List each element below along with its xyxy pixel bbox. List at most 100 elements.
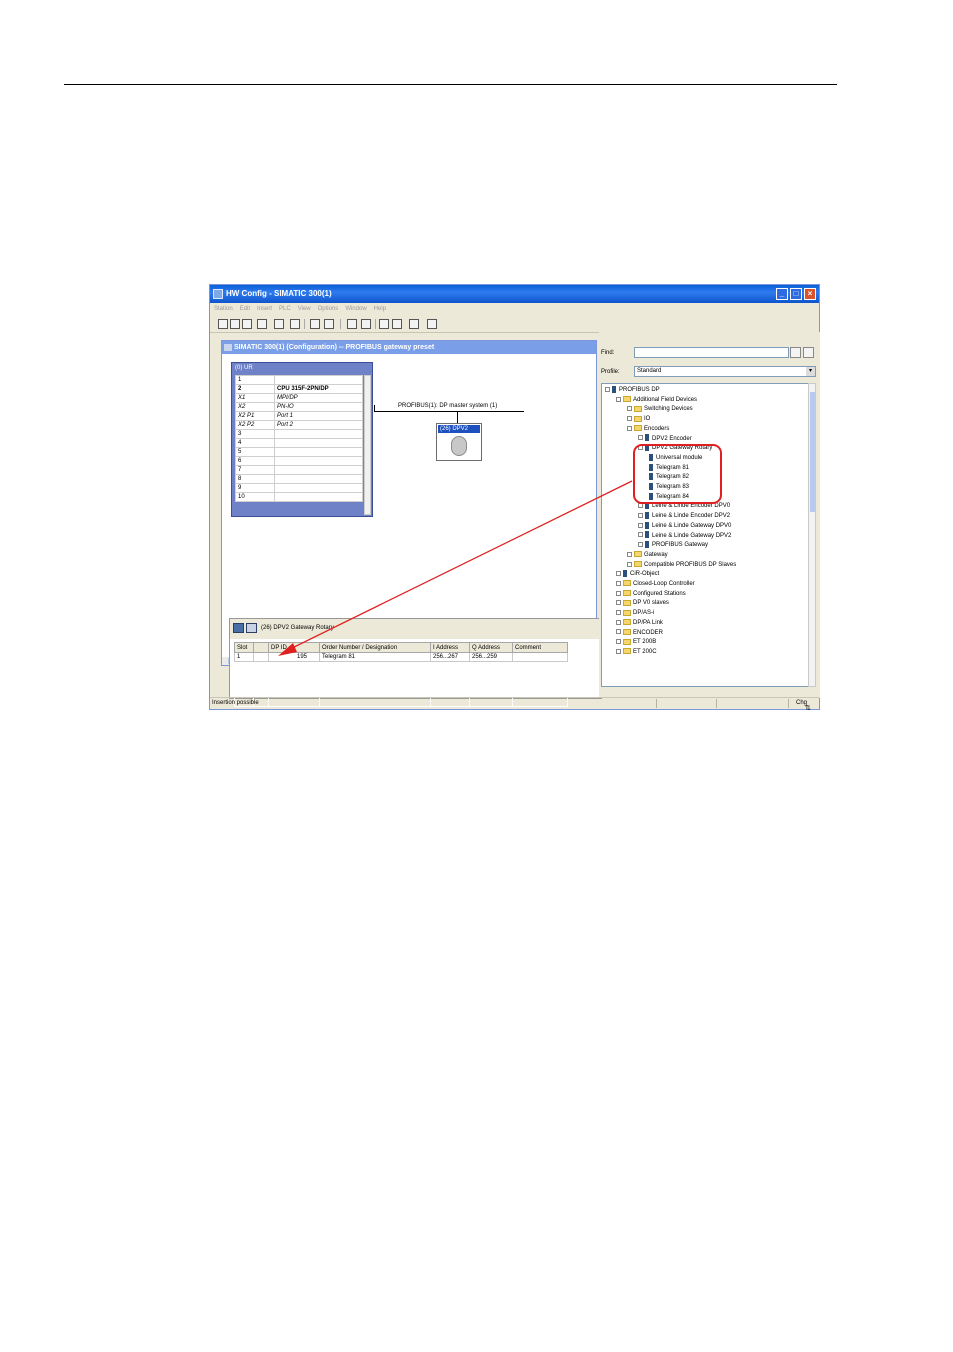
print-icon[interactable] — [290, 319, 300, 329]
catalog-icon[interactable] — [392, 319, 402, 329]
expand-toggle-icon[interactable] — [638, 435, 643, 441]
tree-item[interactable]: Leine & Linde Gateway DPV0 — [638, 521, 731, 531]
copy-icon[interactable] — [310, 319, 320, 329]
expand-toggle-icon[interactable] — [638, 532, 643, 538]
rack-slot-row[interactable]: 5 — [235, 447, 363, 457]
paste-icon[interactable] — [324, 319, 334, 329]
tree-item[interactable]: Leine & Linde Encoder DPV2 — [638, 511, 730, 521]
tree-item[interactable]: Gateway — [627, 550, 668, 560]
expand-toggle-icon[interactable] — [616, 600, 621, 606]
tree-item[interactable]: DP/AS-i — [616, 608, 654, 618]
expand-toggle-icon[interactable] — [627, 551, 632, 557]
tree-item[interactable]: Leine & Linde Gateway DPV2 — [638, 531, 731, 541]
expand-toggle-icon[interactable] — [616, 619, 621, 625]
rack-slot-row[interactable]: 1 — [235, 375, 363, 385]
profile-select[interactable]: Standard ▾ — [634, 366, 816, 377]
rack-slot-row[interactable]: 6 — [235, 456, 363, 466]
expand-toggle-icon[interactable] — [605, 386, 610, 392]
menu-item[interactable]: Station — [214, 303, 233, 316]
expand-toggle-icon[interactable] — [638, 513, 643, 519]
find-up-icon[interactable] — [803, 347, 814, 358]
tree-item[interactable]: CiR-Object — [616, 569, 659, 579]
profibus-line[interactable] — [374, 411, 524, 412]
tree-item[interactable]: Additional Field Devices — [616, 395, 697, 405]
column-header[interactable]: I Address — [430, 642, 470, 653]
rack-slot-row[interactable]: X2 P2 Port 2 — [235, 420, 363, 430]
help-icon[interactable] — [427, 319, 437, 329]
chevron-down-icon[interactable]: ▾ — [806, 367, 815, 376]
tree-item[interactable]: DPV2 Encoder — [638, 434, 692, 444]
expand-toggle-icon[interactable] — [616, 610, 621, 616]
open-icon[interactable] — [230, 319, 240, 329]
station-open-icon[interactable] — [242, 319, 252, 329]
expand-toggle-icon[interactable] — [627, 561, 632, 567]
expand-toggle-icon[interactable] — [616, 629, 621, 635]
column-header[interactable]: Order Number / Designation — [319, 642, 431, 653]
rack-slot-row[interactable]: X2 P1 Port 1 — [235, 411, 363, 421]
tree-item[interactable]: Configured Stations — [616, 589, 686, 599]
tree-item[interactable]: ET 200C — [616, 647, 657, 657]
back-arrow-icon[interactable] — [233, 623, 244, 633]
tree-item[interactable]: ENCODER — [616, 628, 663, 638]
save-compile-icon[interactable] — [274, 319, 284, 329]
minimize-button[interactable]: _ — [776, 288, 788, 300]
expand-toggle-icon[interactable] — [616, 639, 621, 645]
rack-slot-row[interactable]: 10 — [235, 492, 363, 502]
close-button[interactable]: × — [804, 288, 816, 300]
dp-slave-node[interactable]: (26) DPV2 — [436, 423, 482, 461]
window-title-bar[interactable]: HW Config - SIMATIC 300(1) _ □ × — [210, 285, 819, 303]
tree-item[interactable]: IO — [627, 414, 650, 424]
expand-toggle-icon[interactable] — [616, 590, 621, 596]
save-icon[interactable] — [257, 319, 267, 329]
tree-item[interactable]: Compatible PROFIBUS DP Slaves — [627, 560, 736, 570]
menu-item[interactable]: Options — [318, 303, 339, 316]
find-down-icon[interactable] — [790, 347, 801, 358]
table-row[interactable]: 1 195 Telegram 81 256...267 256...259 — [234, 652, 568, 662]
find-input[interactable] — [634, 347, 789, 358]
expand-toggle-icon[interactable] — [616, 571, 621, 577]
download-icon[interactable] — [347, 319, 357, 329]
tree-item[interactable]: Encoders — [627, 424, 669, 434]
tree-item[interactable]: Closed-Loop Controller — [616, 579, 695, 589]
tree-item[interactable]: PROFIBUS DP — [605, 385, 660, 395]
column-header[interactable]: Q Address — [469, 642, 513, 653]
tree-item[interactable]: PROFIBUS Gateway — [638, 540, 708, 550]
rack-slot-row[interactable]: X2 PN-IO — [235, 402, 363, 412]
upload-icon[interactable] — [361, 319, 371, 329]
expand-toggle-icon[interactable] — [627, 416, 632, 422]
menu-item[interactable]: PLC — [279, 303, 291, 316]
forward-arrow-icon[interactable] — [246, 623, 257, 633]
expand-toggle-icon[interactable] — [638, 542, 643, 548]
column-header[interactable] — [253, 642, 269, 653]
expand-toggle-icon[interactable] — [638, 522, 643, 528]
expand-toggle-icon[interactable] — [616, 396, 621, 402]
menu-item[interactable]: Edit — [240, 303, 250, 316]
network-view-icon[interactable] — [409, 319, 419, 329]
rack-view-icon[interactable] — [379, 319, 389, 329]
catalog-tree[interactable]: PROFIBUS DP Additional Field Devices Switc… — [601, 383, 809, 687]
column-header[interactable]: Slot — [234, 642, 254, 653]
tree-item[interactable]: DP/PA Link — [616, 618, 663, 628]
catalog-scrollbar[interactable] — [808, 383, 816, 687]
rack-slot-row[interactable]: 2 CPU 315F-2PN/DP — [235, 384, 363, 394]
expand-toggle-icon[interactable] — [616, 580, 621, 586]
column-header[interactable]: Comment — [512, 642, 568, 653]
menu-item[interactable]: Help — [374, 303, 386, 316]
expand-toggle-icon[interactable] — [638, 503, 643, 509]
rack-scrollbar[interactable] — [364, 375, 371, 515]
column-header[interactable]: DP ID — [268, 642, 320, 653]
menu-item[interactable]: Insert — [257, 303, 272, 316]
tree-item[interactable]: ET 200B — [616, 637, 656, 647]
catalog-scroll-thumb[interactable] — [810, 392, 815, 512]
rack-ur[interactable]: (0) UR 1 2 CPU 315F-2PN/DP X1 MPI/DP X2 PN-IO X… — [231, 362, 373, 517]
maximize-button[interactable]: □ — [790, 288, 802, 300]
menu-item[interactable]: View — [298, 303, 311, 316]
rack-slot-row[interactable]: 8 — [235, 474, 363, 484]
expand-toggle-icon[interactable] — [627, 406, 632, 412]
rack-slot-row[interactable]: 9 — [235, 483, 363, 493]
expand-toggle-icon[interactable] — [616, 648, 621, 654]
menu-item[interactable]: Window — [345, 303, 366, 316]
rack-slot-row[interactable]: 4 — [235, 438, 363, 448]
tree-item[interactable]: Switching Devices — [627, 404, 693, 414]
rack-slot-row[interactable]: 3 — [235, 429, 363, 439]
